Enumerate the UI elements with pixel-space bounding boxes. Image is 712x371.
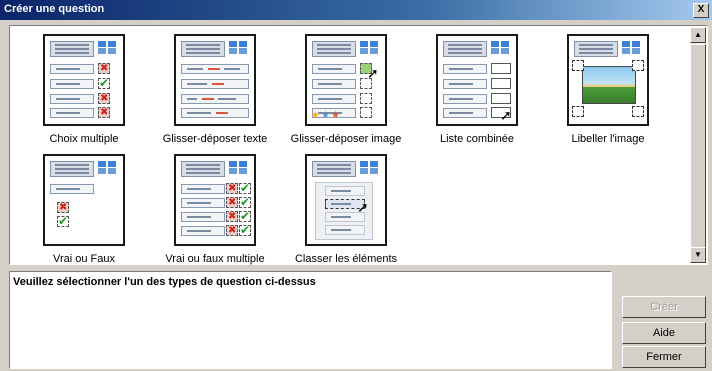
choix-multiple-thumbnail (43, 34, 125, 126)
tile-label: Classer les éléments (294, 253, 398, 265)
vertical-scrollbar[interactable]: ▲ ▼ (690, 27, 706, 263)
cursor-arrow-icon: ➚ (367, 65, 379, 81)
tile-liste-combinee[interactable]: ➚ Liste combinée (427, 34, 527, 146)
cursor-arrow-icon: ➚ (500, 107, 512, 123)
tile-vrai-ou-faux[interactable]: Vrai ou Faux (34, 154, 134, 266)
instruction-text: Veuillez sélectionner l'un des types de … (13, 276, 316, 288)
star-icon: ★ (311, 110, 320, 121)
tile-glisser-deposer-texte[interactable]: Glisser-déposer texte (163, 34, 267, 146)
liste-combinee-thumbnail: ➚ (436, 34, 518, 126)
tile-label: Glisser-déposer texte (162, 133, 268, 145)
tile-label: Glisser-déposer image (290, 133, 402, 145)
title-bar: Créer une question X (0, 0, 712, 20)
create-button[interactable]: Créer (622, 296, 706, 318)
close-icon[interactable]: X (693, 3, 709, 18)
star-icon: ★ (321, 110, 330, 121)
scroll-down-icon[interactable]: ▼ (690, 247, 706, 263)
close-button[interactable]: Fermer (622, 346, 706, 368)
tile-glisser-deposer-image[interactable]: ★ ★ ★ ➚ Glisser-déposer image (291, 34, 401, 146)
glisser-deposer-texte-thumbnail (174, 34, 256, 126)
tile-libeller-image[interactable]: Libeller l'image (558, 34, 658, 146)
help-button[interactable]: Aide (622, 322, 706, 344)
tile-label: Choix multiple (49, 133, 119, 145)
vrai-ou-faux-multiple-thumbnail (174, 154, 256, 246)
tile-label: Vrai ou Faux (53, 253, 115, 265)
tile-vrai-ou-faux-multiple[interactable]: Vrai ou faux multiple (165, 154, 265, 266)
tile-label: Vrai ou faux multiple (165, 253, 265, 265)
window-title: Créer une question (4, 3, 105, 15)
message-box: Veuillez sélectionner l'un des types de … (9, 271, 612, 369)
vrai-ou-faux-thumbnail (43, 154, 125, 246)
tile-choix-multiple[interactable]: Choix multiple (34, 34, 134, 146)
libeller-image-thumbnail (567, 34, 649, 126)
scrollbar-thumb[interactable] (690, 44, 706, 249)
cursor-arrow-icon: ➚ (357, 199, 369, 215)
classer-elements-thumbnail: ➚ (305, 154, 387, 246)
tile-label: Libeller l'image (571, 133, 645, 145)
tile-label: Liste combinée (440, 133, 514, 145)
star-icon: ★ (331, 110, 340, 121)
glisser-deposer-image-thumbnail: ★ ★ ★ ➚ (305, 34, 387, 126)
question-type-grid: Choix multiple Glisser-déposer texte ★ ★… (9, 25, 708, 265)
landscape-image-icon (582, 66, 636, 104)
scroll-up-icon[interactable]: ▲ (690, 27, 706, 43)
tile-classer-elements[interactable]: ➚ Classer les éléments (295, 154, 397, 266)
